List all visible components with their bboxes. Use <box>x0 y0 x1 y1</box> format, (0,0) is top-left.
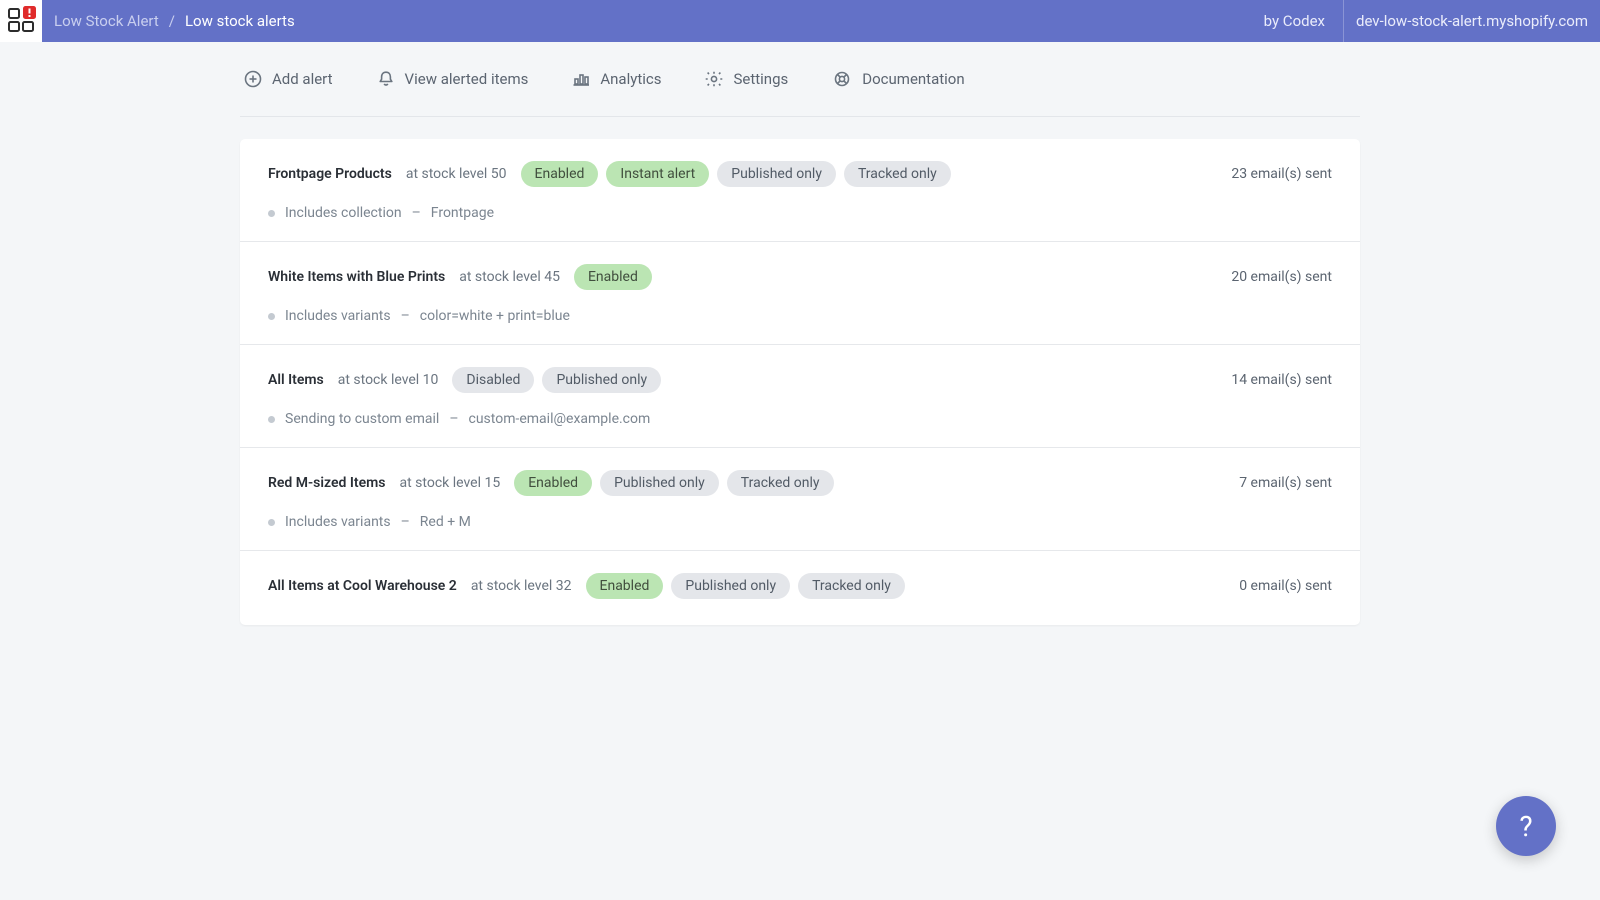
alert-boxes-icon <box>6 6 36 36</box>
alert-row[interactable]: Frontpage Products at stock level 50 Ena… <box>240 139 1360 242</box>
badge-enabled: Enabled <box>521 161 599 187</box>
alert-meta-label: Sending to custom email <box>285 411 439 427</box>
app-logo <box>0 0 42 42</box>
alert-row[interactable]: White Items with Blue Prints at stock le… <box>240 242 1360 345</box>
alert-badges: Enabled Instant alert Published only Tra… <box>521 161 951 187</box>
alert-title: White Items with Blue Prints <box>268 269 445 285</box>
alert-row-top: All Items at stock level 10 Disabled Pub… <box>268 367 1332 393</box>
nav-label: Analytics <box>600 70 661 88</box>
badge-published-only: Published only <box>542 367 661 393</box>
alert-meta: Sending to custom email – custom-email@e… <box>268 411 1332 427</box>
badge-enabled: Enabled <box>586 573 664 599</box>
alert-stock: at stock level 10 <box>338 372 439 388</box>
alert-row[interactable]: Red M-sized Items at stock level 15 Enab… <box>240 448 1360 551</box>
nav-label: Add alert <box>272 70 333 88</box>
alert-meta-sep: – <box>449 411 458 427</box>
alert-meta-value: custom-email@example.com <box>469 411 651 427</box>
alert-row-top: Red M-sized Items at stock level 15 Enab… <box>268 470 1332 496</box>
bullet-icon <box>268 416 275 423</box>
plus-circle-icon <box>244 70 262 88</box>
nav-add-alert[interactable]: Add alert <box>244 70 333 88</box>
nav-documentation[interactable]: Documentation <box>832 70 964 88</box>
nav-settings[interactable]: Settings <box>705 70 788 88</box>
alert-meta-sep: – <box>412 205 421 221</box>
badge-published-only: Published only <box>671 573 790 599</box>
alert-meta-value: color=white + print=blue <box>420 308 570 324</box>
breadcrumb: Low Stock Alert / Low stock alerts <box>54 12 295 30</box>
alert-title: Frontpage Products <box>268 166 392 182</box>
alert-stock: at stock level 45 <box>459 269 560 285</box>
page: Add alert View alerted items Analytics <box>240 42 1360 625</box>
alert-emails-sent: 23 email(s) sent <box>1231 166 1332 182</box>
badge-tracked-only: Tracked only <box>727 470 834 496</box>
nav-label: View alerted items <box>405 70 529 88</box>
nav-label: Documentation <box>862 70 964 88</box>
badge-disabled: Disabled <box>452 367 534 393</box>
bullet-icon <box>268 210 275 217</box>
alert-emails-sent: 0 email(s) sent <box>1239 578 1332 594</box>
alert-row[interactable]: All Items at stock level 10 Disabled Pub… <box>240 345 1360 448</box>
alerts-list: Frontpage Products at stock level 50 Ena… <box>240 139 1360 625</box>
alert-row-top: White Items with Blue Prints at stock le… <box>268 264 1332 290</box>
alert-meta-sep: – <box>401 514 410 530</box>
nav-view-alerted[interactable]: View alerted items <box>377 70 529 88</box>
topbar-right: by Codex dev-low-stock-alert.myshopify.c… <box>1246 0 1600 42</box>
alert-meta: Includes variants – color=white + print=… <box>268 308 1332 324</box>
badge-tracked-only: Tracked only <box>798 573 905 599</box>
nav-analytics[interactable]: Analytics <box>572 70 661 88</box>
alert-stock: at stock level 15 <box>400 475 501 491</box>
badge-enabled: Enabled <box>574 264 652 290</box>
breadcrumb-root[interactable]: Low Stock Alert <box>54 12 159 30</box>
life-ring-icon <box>832 70 852 88</box>
alert-meta: Includes collection – Frontpage <box>268 205 1332 221</box>
nav-label: Settings <box>733 70 788 88</box>
alert-title: All Items <box>268 372 324 388</box>
bullet-icon <box>268 519 275 526</box>
alert-title: All Items at Cool Warehouse 2 <box>268 578 457 594</box>
alert-row[interactable]: All Items at Cool Warehouse 2 at stock l… <box>240 551 1360 625</box>
alert-badges: Enabled <box>574 264 652 290</box>
alert-title: Red M-sized Items <box>268 475 386 491</box>
topbar-author[interactable]: by Codex <box>1246 0 1344 42</box>
badge-tracked-only: Tracked only <box>844 161 951 187</box>
alert-emails-sent: 7 email(s) sent <box>1239 475 1332 491</box>
alert-meta-label: Includes variants <box>285 514 391 530</box>
badge-instant-alert: Instant alert <box>606 161 709 187</box>
bar-chart-icon <box>572 70 590 88</box>
badge-published-only: Published only <box>600 470 719 496</box>
alert-meta-value: Frontpage <box>431 205 494 221</box>
alert-badges: Enabled Published only Tracked only <box>586 573 905 599</box>
alert-row-top: Frontpage Products at stock level 50 Ena… <box>268 161 1332 187</box>
gear-icon <box>705 70 723 88</box>
breadcrumb-current: Low stock alerts <box>185 12 295 30</box>
nav: Add alert View alerted items Analytics <box>240 42 1360 117</box>
alert-meta: Includes variants – Red + M <box>268 514 1332 530</box>
alert-badges: Disabled Published only <box>452 367 661 393</box>
alert-emails-sent: 20 email(s) sent <box>1231 269 1332 285</box>
bell-icon <box>377 70 395 88</box>
alert-meta-label: Includes collection <box>285 205 402 221</box>
alert-meta-label: Includes variants <box>285 308 391 324</box>
badge-published-only: Published only <box>717 161 836 187</box>
alert-row-top: All Items at Cool Warehouse 2 at stock l… <box>268 573 1332 599</box>
breadcrumb-sep: / <box>169 12 175 30</box>
help-icon: ? <box>1519 810 1532 843</box>
alert-meta-sep: – <box>401 308 410 324</box>
alert-stock: at stock level 50 <box>406 166 507 182</box>
alert-meta-value: Red + M <box>420 514 471 530</box>
alert-stock: at stock level 32 <box>471 578 572 594</box>
bullet-icon <box>268 313 275 320</box>
topbar-domain[interactable]: dev-low-stock-alert.myshopify.com <box>1344 0 1600 42</box>
alert-emails-sent: 14 email(s) sent <box>1231 372 1332 388</box>
alert-badges: Enabled Published only Tracked only <box>514 470 833 496</box>
badge-enabled: Enabled <box>514 470 592 496</box>
help-button[interactable]: ? <box>1496 796 1556 856</box>
topbar: Low Stock Alert / Low stock alerts by Co… <box>0 0 1600 42</box>
